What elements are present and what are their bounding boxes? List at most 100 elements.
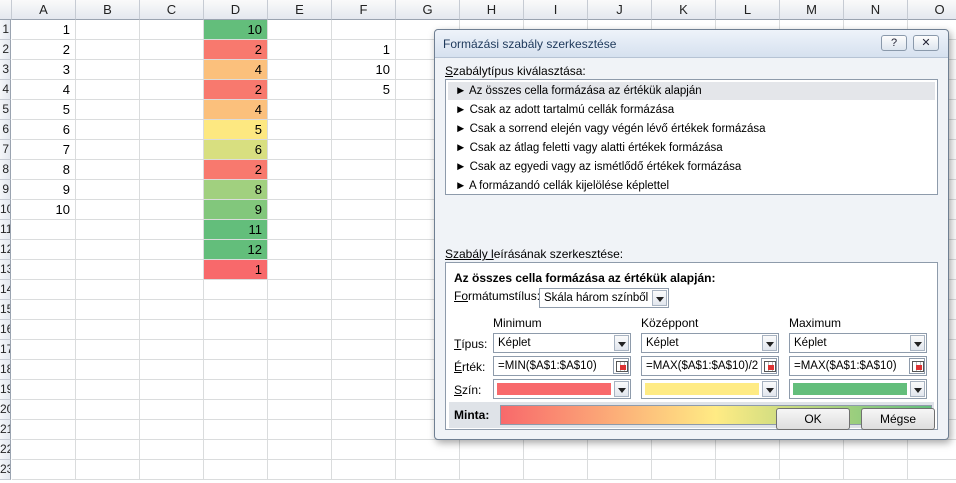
cell[interactable]: [268, 300, 332, 320]
cell[interactable]: [844, 460, 908, 480]
cell[interactable]: [332, 360, 396, 380]
cell[interactable]: [76, 460, 140, 480]
cell[interactable]: [332, 180, 396, 200]
cell[interactable]: [76, 360, 140, 380]
cell[interactable]: [140, 280, 204, 300]
column-header-b[interactable]: B: [76, 0, 140, 20]
row-header-14[interactable]: 14: [0, 280, 11, 300]
cell[interactable]: [12, 240, 76, 260]
max-type-select[interactable]: Képlet: [789, 333, 927, 353]
cell-d12[interactable]: 12: [204, 240, 268, 260]
max-value-input[interactable]: =MAX($A$1:$A$10): [789, 356, 927, 376]
cell-f3[interactable]: 10: [332, 60, 396, 80]
ruletype-item[interactable]: ► Csak az adott tartalmú cellák formázás…: [448, 101, 935, 119]
cell[interactable]: [140, 220, 204, 240]
cell[interactable]: [460, 440, 524, 460]
column-header-i[interactable]: I: [524, 0, 588, 20]
cell[interactable]: [12, 300, 76, 320]
cell[interactable]: [268, 380, 332, 400]
cell-d4[interactable]: 2: [204, 80, 268, 100]
cell-a9[interactable]: 9: [12, 180, 76, 200]
cell[interactable]: [268, 160, 332, 180]
row-header-6[interactable]: 6: [0, 120, 11, 140]
cell[interactable]: [396, 460, 460, 480]
cell[interactable]: [12, 400, 76, 420]
row-header-10[interactable]: 10: [0, 200, 11, 220]
cell-d10[interactable]: 9: [204, 200, 268, 220]
cancel-button[interactable]: Mégse: [861, 408, 935, 430]
cell[interactable]: [76, 160, 140, 180]
cell[interactable]: [268, 60, 332, 80]
help-button[interactable]: ?: [881, 35, 907, 51]
cell[interactable]: [140, 400, 204, 420]
format-style-select[interactable]: Skála három színből: [539, 288, 669, 308]
cell[interactable]: [76, 260, 140, 280]
column-header-f[interactable]: F: [332, 0, 396, 20]
cell[interactable]: [332, 440, 396, 460]
row-header-15[interactable]: 15: [0, 300, 11, 320]
cell[interactable]: [140, 440, 204, 460]
cell[interactable]: [12, 320, 76, 340]
row-header-11[interactable]: 11: [0, 220, 11, 240]
cell[interactable]: [140, 100, 204, 120]
cell-a6[interactable]: 6: [12, 120, 76, 140]
row-header-20[interactable]: 20: [0, 400, 11, 420]
cell[interactable]: [268, 40, 332, 60]
cell[interactable]: [76, 380, 140, 400]
cell[interactable]: [12, 440, 76, 460]
cell[interactable]: [140, 240, 204, 260]
cell[interactable]: [652, 440, 716, 460]
cell[interactable]: [140, 460, 204, 480]
cell[interactable]: [140, 60, 204, 80]
cell[interactable]: [268, 280, 332, 300]
row-header-17[interactable]: 17: [0, 340, 11, 360]
cell[interactable]: [332, 320, 396, 340]
cell[interactable]: [332, 160, 396, 180]
cell[interactable]: [204, 300, 268, 320]
cell[interactable]: [268, 420, 332, 440]
cell-d11[interactable]: 11: [204, 220, 268, 240]
cell[interactable]: [332, 280, 396, 300]
ruletype-item[interactable]: ► Csak az egyedi vagy az ismétlődő érték…: [448, 158, 935, 176]
min-type-select[interactable]: Képlet: [493, 333, 631, 353]
cell[interactable]: [908, 460, 956, 480]
ruletype-item[interactable]: ► Csak a sorrend elején vagy végén lévő …: [448, 120, 935, 138]
column-header-g[interactable]: G: [396, 0, 460, 20]
cell[interactable]: [332, 420, 396, 440]
min-color-picker[interactable]: [493, 379, 631, 399]
cell[interactable]: [652, 460, 716, 480]
cell[interactable]: [332, 380, 396, 400]
cell[interactable]: [908, 440, 956, 460]
cell-a10[interactable]: 10: [12, 200, 76, 220]
cell[interactable]: [268, 240, 332, 260]
cell[interactable]: [268, 120, 332, 140]
cell[interactable]: [140, 80, 204, 100]
cell[interactable]: [76, 120, 140, 140]
cell[interactable]: [12, 220, 76, 240]
cell-f4[interactable]: 5: [332, 80, 396, 100]
cell[interactable]: [76, 40, 140, 60]
row-header-8[interactable]: 8: [0, 160, 11, 180]
cell-f2[interactable]: 1: [332, 40, 396, 60]
cell[interactable]: [12, 280, 76, 300]
cell[interactable]: [12, 380, 76, 400]
cell[interactable]: [716, 440, 780, 460]
column-header-m[interactable]: M: [780, 0, 844, 20]
cell[interactable]: [524, 440, 588, 460]
mid-type-select[interactable]: Képlet: [641, 333, 779, 353]
cell-d7[interactable]: 6: [204, 140, 268, 160]
cell[interactable]: [844, 440, 908, 460]
row-header-4[interactable]: 4: [0, 80, 11, 100]
cell[interactable]: [204, 400, 268, 420]
row-header-23[interactable]: 23: [0, 460, 11, 480]
cell[interactable]: [780, 440, 844, 460]
cell[interactable]: [76, 240, 140, 260]
row-header-18[interactable]: 18: [0, 360, 11, 380]
ruletype-item[interactable]: ► Csak az átlag feletti vagy alatti érté…: [448, 139, 935, 157]
cell[interactable]: [76, 400, 140, 420]
cell[interactable]: [140, 360, 204, 380]
cell[interactable]: [204, 380, 268, 400]
range-select-icon[interactable]: [613, 358, 629, 374]
cell[interactable]: [268, 140, 332, 160]
row-header-2[interactable]: 2: [0, 40, 11, 60]
